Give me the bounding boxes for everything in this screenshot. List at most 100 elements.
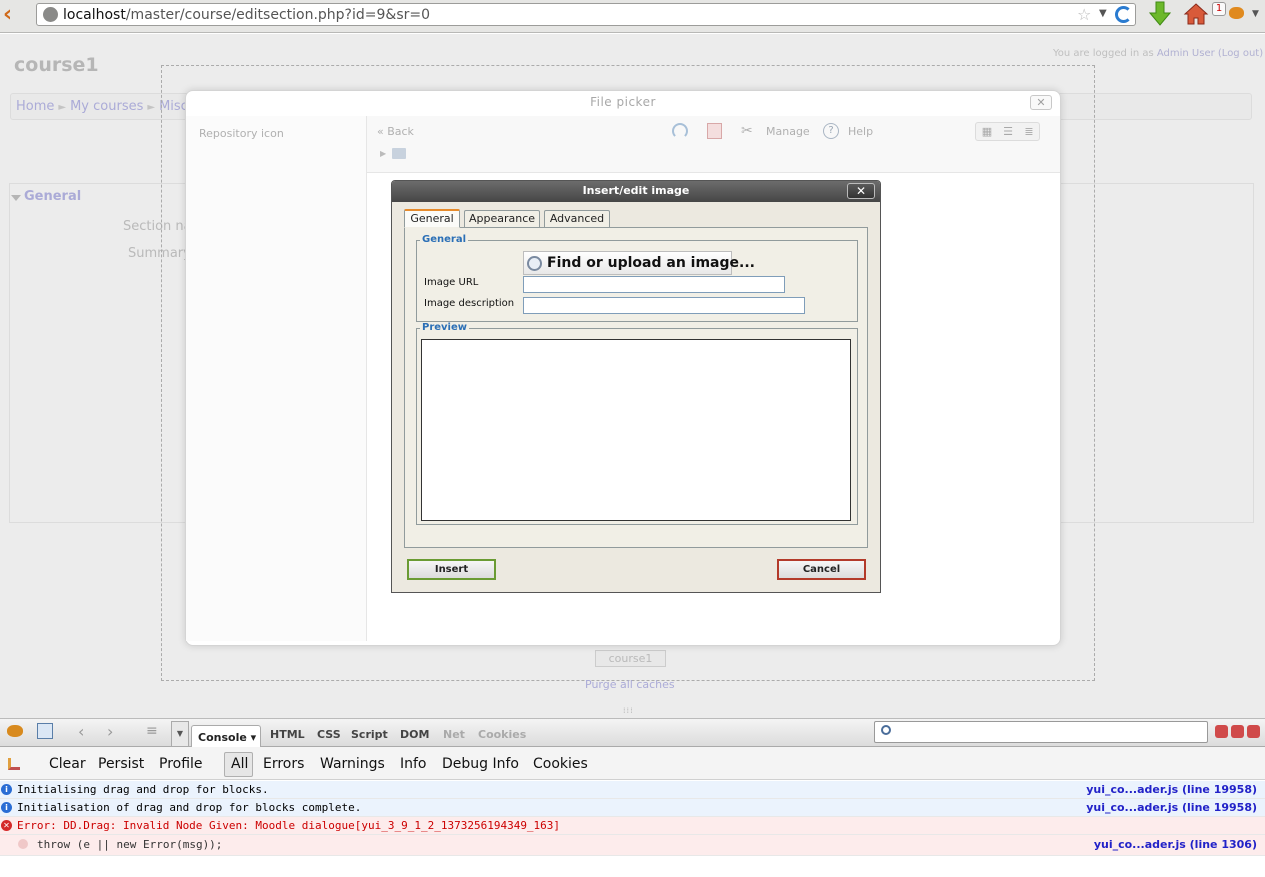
firebug-icon[interactable]: [1229, 7, 1244, 19]
filter-icon[interactable]: [8, 758, 20, 770]
console-log-row[interactable]: i Initialisation of drag and drop for bl…: [0, 799, 1265, 817]
log-source-link[interactable]: yui_co...ader.js (line 19958): [1086, 799, 1257, 816]
reload-icon[interactable]: [1115, 6, 1132, 23]
insert-image-dialog: Insert/edit image ✕ General Appearance A…: [391, 180, 881, 593]
cancel-button[interactable]: Cancel: [777, 559, 866, 580]
tab-dom[interactable]: DOM: [400, 728, 429, 741]
console-error-row[interactable]: ✕ Error: DD.Drag: Invalid Node Given: Mo…: [0, 817, 1265, 835]
manage-link[interactable]: Manage: [766, 125, 810, 138]
magnifier-icon: [527, 256, 542, 271]
info-icon: i: [1, 802, 12, 813]
filter-cookies-button[interactable]: Cookies: [533, 756, 588, 772]
back-arrow-icon[interactable]: ‹: [3, 4, 23, 26]
download-arrow-icon[interactable]: [1149, 1, 1171, 27]
chevron-down-icon[interactable]: ▼: [1099, 8, 1107, 19]
search-icon: [881, 725, 891, 735]
help-icon[interactable]: ?: [823, 123, 839, 139]
filter-debug-info-button[interactable]: Debug Info: [442, 756, 519, 772]
close-icon[interactable]: [1247, 725, 1260, 738]
minimize-icon[interactable]: [1215, 725, 1228, 738]
chevron-down-icon[interactable]: ▼: [171, 721, 189, 747]
moodle-page: You are logged in as Admin User (Log out…: [0, 34, 1265, 718]
back-link[interactable]: « Back: [377, 125, 414, 138]
profile-button[interactable]: Profile: [159, 756, 203, 772]
tree-expand-icon[interactable]: ▶: [380, 149, 386, 158]
dialog-titlebar[interactable]: Insert/edit image ✕: [392, 181, 880, 202]
console-toolbar: Clear Persist Profile All Errors Warning…: [0, 747, 1265, 780]
panel-resize-handle[interactable]: ⁞⁞⁞: [623, 706, 634, 715]
tab-console-label: Console: [198, 731, 247, 744]
file-picker-toolbar: « Back ▶ ✂ Manage ? Help ▦ ☰ ≣: [367, 116, 1060, 173]
find-upload-image-button[interactable]: Find or upload an image...: [523, 251, 755, 275]
log-source-link[interactable]: yui_co...ader.js (line 19958): [1086, 781, 1257, 798]
filter-info-button[interactable]: Info: [400, 756, 427, 772]
tab-css[interactable]: CSS: [317, 728, 341, 741]
tab-script[interactable]: Script: [351, 728, 388, 741]
chevron-left-icon[interactable]: ‹: [78, 722, 84, 741]
filter-errors-button[interactable]: Errors: [263, 756, 304, 772]
list-icon[interactable]: ≡: [146, 723, 158, 739]
persist-button[interactable]: Persist: [98, 756, 144, 772]
firebug-panel: ‹ › ≡ ▼ Console ▾ HTML CSS Script DOM Ne…: [0, 718, 1265, 877]
tab-general[interactable]: General: [404, 209, 460, 228]
help-link[interactable]: Help: [848, 125, 873, 138]
insert-button[interactable]: Insert: [407, 559, 496, 580]
inspect-icon[interactable]: [37, 723, 53, 739]
console-log-row[interactable]: i Initialising drag and drop for blocks.…: [0, 781, 1265, 799]
file-picker-title: File picker: [590, 95, 656, 109]
filter-warnings-button[interactable]: Warnings: [320, 756, 385, 772]
repository-icon-alt[interactable]: Repository icon: [199, 127, 284, 140]
home-icon[interactable]: [1183, 2, 1209, 26]
image-description-label: Image description: [424, 298, 515, 309]
logout-icon[interactable]: [707, 123, 722, 139]
breakpoint-icon[interactable]: [18, 839, 28, 849]
chevron-down-icon[interactable]: ▼: [1252, 9, 1259, 19]
tab-appearance[interactable]: Appearance: [464, 210, 540, 228]
notification-badge[interactable]: 1: [1212, 2, 1226, 16]
url-text[interactable]: localhost/master/course/editsection.php?…: [63, 7, 430, 23]
console-trace-row[interactable]: throw (e || new Error(msg)); yui_co...ad…: [0, 835, 1265, 856]
info-icon: i: [1, 784, 12, 795]
icon-view-icon[interactable]: ▦: [977, 125, 997, 139]
clear-button[interactable]: Clear: [49, 756, 86, 772]
image-description-field[interactable]: [523, 297, 805, 314]
view-switcher: ▦ ☰ ≣: [975, 122, 1040, 141]
firebug-icon[interactable]: [7, 725, 23, 737]
tab-cookies[interactable]: Cookies: [478, 728, 526, 741]
manage-tools-icon[interactable]: ✂: [741, 123, 753, 139]
close-icon[interactable]: ✕: [847, 183, 875, 199]
firebug-toolbar: ‹ › ≡ ▼ Console ▾ HTML CSS Script DOM Ne…: [0, 718, 1265, 748]
bookmark-star-icon[interactable]: ☆: [1077, 5, 1091, 24]
firebug-search-input[interactable]: [874, 721, 1208, 743]
find-upload-label: Find or upload an image...: [547, 255, 755, 271]
log-message: Initialisation of drag and drop for bloc…: [17, 801, 362, 814]
error-icon: ✕: [1, 820, 12, 831]
url-host: localhost: [63, 7, 126, 23]
tree-view-icon[interactable]: ≣: [1019, 125, 1039, 139]
detach-icon[interactable]: [1231, 725, 1244, 738]
globe-icon: [43, 7, 58, 22]
tab-net[interactable]: Net: [443, 728, 465, 741]
log-source-link[interactable]: yui_co...ader.js (line 1306): [1094, 835, 1257, 855]
list-view-icon[interactable]: ☰: [998, 125, 1018, 139]
refresh-icon[interactable]: [672, 123, 688, 139]
tab-html[interactable]: HTML: [270, 728, 305, 741]
image-url-field[interactable]: [523, 276, 785, 293]
image-preview: [421, 339, 851, 521]
general-legend: General: [420, 234, 468, 245]
url-path: /master/course/editsection.php?id=9&sr=0: [125, 7, 431, 23]
log-message: Error: DD.Drag: Invalid Node Given: Mood…: [17, 819, 561, 832]
image-url-label: Image URL: [424, 277, 479, 288]
filter-all-button[interactable]: All: [224, 752, 253, 777]
url-bar[interactable]: localhost/master/course/editsection.php?…: [36, 3, 1136, 26]
repository-list: Repository icon: [186, 116, 367, 641]
trace-code: throw (e || new Error(msg));: [37, 838, 223, 851]
tab-advanced[interactable]: Advanced: [544, 210, 610, 228]
preview-legend: Preview: [420, 322, 470, 333]
dialog-title: Insert/edit image: [582, 184, 690, 197]
chevron-right-icon[interactable]: ›: [107, 722, 113, 741]
log-message: Initialising drag and drop for blocks.: [17, 783, 269, 796]
close-icon[interactable]: ✕: [1030, 95, 1052, 110]
tab-console[interactable]: Console ▾: [191, 725, 261, 748]
folder-icon[interactable]: [392, 148, 406, 159]
